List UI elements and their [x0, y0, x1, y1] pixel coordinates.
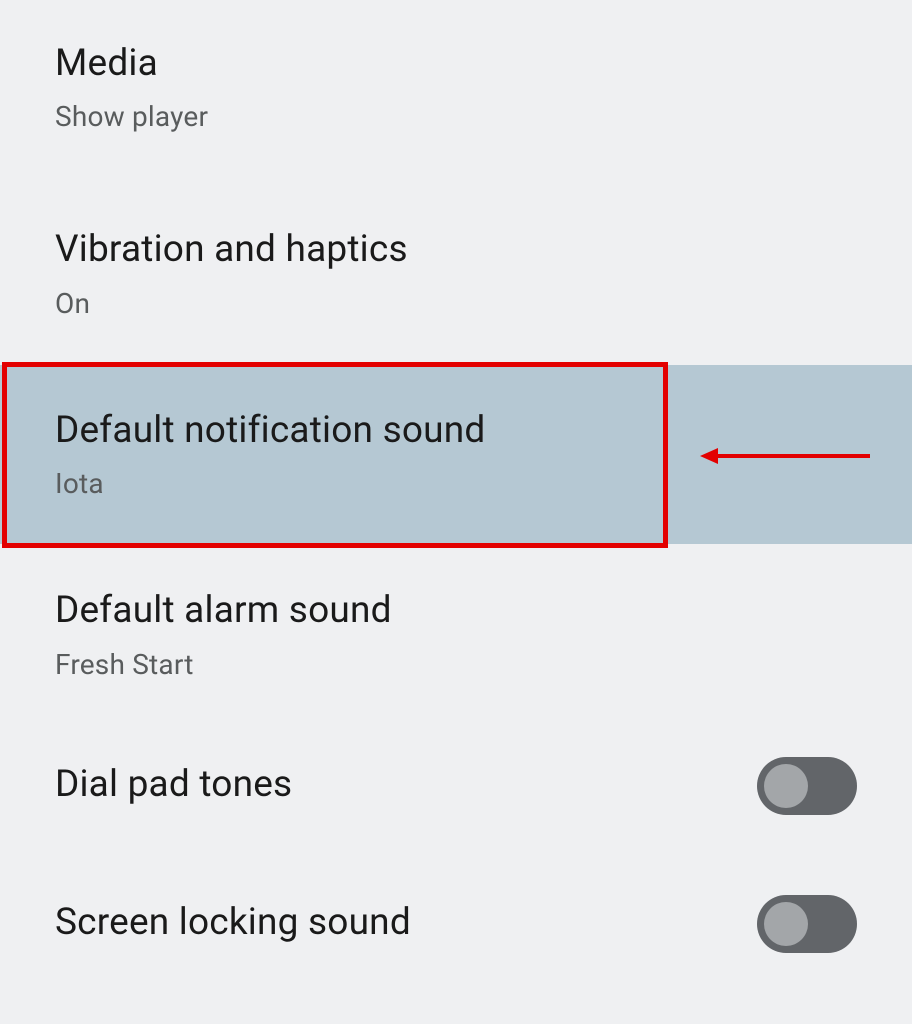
settings-item-vibration[interactable]: Vibration and haptics On: [0, 173, 912, 364]
toggle-thumb: [764, 764, 808, 808]
settings-item-media[interactable]: Media Show player: [0, 0, 912, 173]
toggle-switch-dial-pad[interactable]: [757, 757, 857, 815]
item-title: Media: [55, 42, 857, 86]
toggle-switch-screen-lock[interactable]: [757, 895, 857, 953]
item-subtitle: On: [55, 287, 857, 320]
item-title: Screen locking sound: [55, 901, 411, 945]
item-subtitle: Show player: [55, 100, 857, 133]
item-subtitle: Iota: [55, 467, 857, 500]
item-title: Default notification sound: [55, 409, 857, 453]
item-title: Default alarm sound: [55, 589, 857, 633]
settings-item-notification-sound[interactable]: Default notification sound Iota: [0, 365, 912, 544]
item-title: Dial pad tones: [55, 763, 292, 807]
item-subtitle: Fresh Start: [55, 648, 857, 681]
toggle-thumb: [764, 902, 808, 946]
settings-item-dial-pad-tones[interactable]: Dial pad tones: [0, 719, 912, 860]
settings-item-screen-locking-sound[interactable]: Screen locking sound: [0, 860, 912, 983]
item-title: Vibration and haptics: [55, 228, 857, 272]
settings-item-alarm-sound[interactable]: Default alarm sound Fresh Start: [0, 544, 912, 718]
